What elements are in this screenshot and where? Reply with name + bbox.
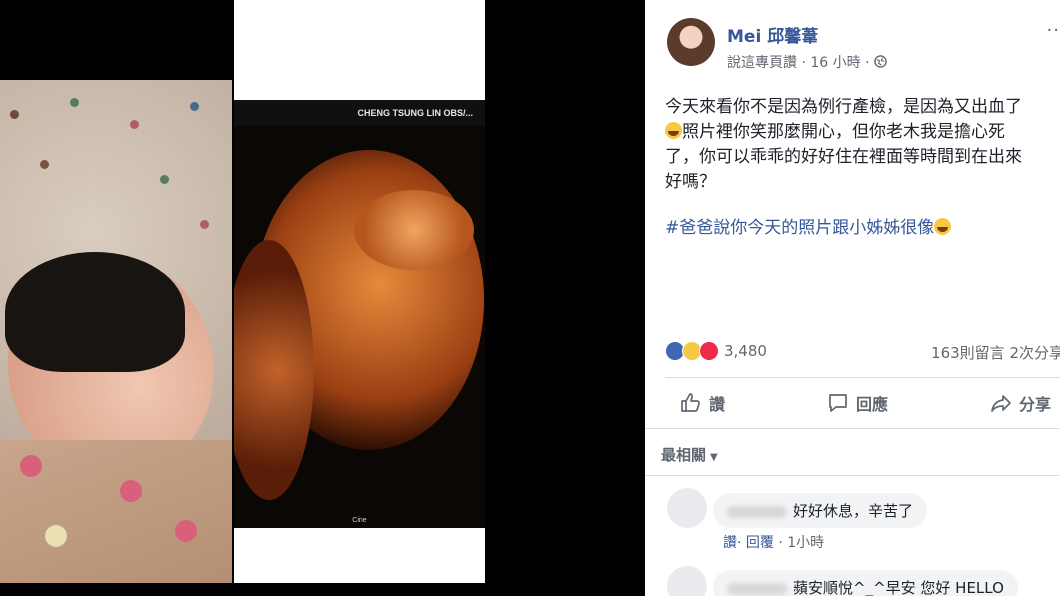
pattern-dot (200, 220, 209, 229)
pattern-dot (130, 120, 139, 129)
share-button-label: 分享 (1018, 395, 1051, 414)
pattern-dot (190, 102, 199, 111)
share-button[interactable]: 分享 (975, 381, 1060, 425)
comment-time: · 1小時 (773, 535, 825, 551)
ultrasound-footer: Cine (352, 517, 367, 524)
blanket-dot (175, 520, 197, 542)
baby-hair (5, 252, 185, 372)
comment-sort-dropdown[interactable]: 最相關 ▼ (661, 444, 718, 465)
comment-text: 好好休息，辛苦了 (793, 502, 914, 520)
comment-share-stats[interactable]: 163則留言 2次分享 (931, 342, 1060, 363)
pattern-dot (70, 98, 79, 107)
comment-text: 蘋安順悅^_^早安 您好 HELLO (793, 579, 1004, 596)
post-body: 今天來看你不是因為例行產檢，是因為又出血了 照片裡你笑那麼開心，但你老木我是擔心… (665, 95, 1060, 195)
thumbs-up-icon (681, 393, 700, 412)
ultrasound-header: CHENG TSUNG LIN OBS/... (234, 100, 485, 126)
reaction-count[interactable]: 3,480 (724, 342, 767, 360)
comment-button[interactable]: 回應 (812, 381, 902, 425)
pattern-dot (160, 175, 169, 184)
commenter-avatar[interactable] (667, 488, 707, 528)
fetus-forehead (354, 190, 474, 270)
ultrasound-screen: CHENG TSUNG LIN OBS/... Cine (234, 100, 485, 528)
more-options-icon[interactable]: ·· (1047, 20, 1060, 41)
pattern-dot (10, 110, 19, 119)
pattern-dot (40, 160, 49, 169)
photo-area[interactable]: CHENG TSUNG LIN OBS/... Cine (0, 0, 645, 596)
love-reaction-icon (699, 341, 719, 361)
redacted-name (727, 582, 787, 595)
comment-like-link[interactable]: 讚 (723, 535, 737, 551)
facebook-post: Mei 邱馨葦 說這專頁讚 · 16 小時 · ·· 今天來看你不是因為例行產檢… (645, 0, 1060, 596)
comment-reply-link[interactable]: · 回覆 (737, 535, 774, 551)
post-body-line: 了，你可以乖乖的好好住在裡面等時間到在出來 (665, 147, 1022, 167)
action-bar: 讚 回應 分享 (665, 381, 1060, 425)
share-arrow-icon (991, 395, 1011, 412)
reaction-summary[interactable]: 3,480 (665, 340, 767, 362)
post-body-line: 好嗎？ (665, 172, 716, 192)
comment-bubble: 好好休息，辛苦了 (713, 493, 928, 528)
comment-bubble: 蘋安順悅^_^早安 您好 HELLO (713, 570, 1018, 596)
author-avatar[interactable] (667, 18, 715, 66)
comment-bubble-icon (829, 394, 847, 412)
comment-button-label: 回應 (855, 395, 888, 414)
comment-meta: 讚· 回覆 · 1小時 (723, 532, 824, 552)
author-name[interactable]: Mei 邱馨葦 (727, 22, 818, 47)
comment-sort-label: 最相關 (661, 446, 707, 464)
divider (645, 428, 1060, 429)
like-button-label: 讚 (709, 395, 726, 414)
newborn-photo[interactable] (0, 80, 232, 583)
blanket-dot (120, 480, 142, 502)
tired-face-emoji-icon (665, 122, 682, 139)
blanket-dot (45, 525, 67, 547)
ultrasound-photo[interactable]: CHENG TSUNG LIN OBS/... Cine (234, 0, 485, 583)
redacted-name (727, 505, 787, 518)
divider (645, 475, 1060, 476)
post-body-line: 照片裡你笑那麼開心，但你老木我是擔心死 (682, 122, 1005, 142)
caret-down-icon: ▼ (710, 452, 718, 463)
blanket-dot (20, 455, 42, 477)
hashtag-line: #爸爸說你今天的照片跟小姊姊很像 (665, 213, 952, 238)
like-button[interactable]: 讚 (665, 381, 739, 425)
post-body-line: 今天來看你不是因為例行產檢，是因為又出血了 (665, 97, 1022, 117)
divider (665, 377, 1060, 378)
post-meta: 說這專頁讚 · 16 小時 · (727, 52, 887, 72)
hashtag-link[interactable]: #爸爸說你今天的照片跟小姊姊很像 (665, 218, 934, 238)
globe-icon (874, 55, 887, 68)
commenter-avatar[interactable] (667, 566, 707, 596)
laughing-emoji-icon (934, 218, 952, 235)
post-meta-text[interactable]: 說這專頁讚 · 16 小時 · (727, 55, 874, 71)
